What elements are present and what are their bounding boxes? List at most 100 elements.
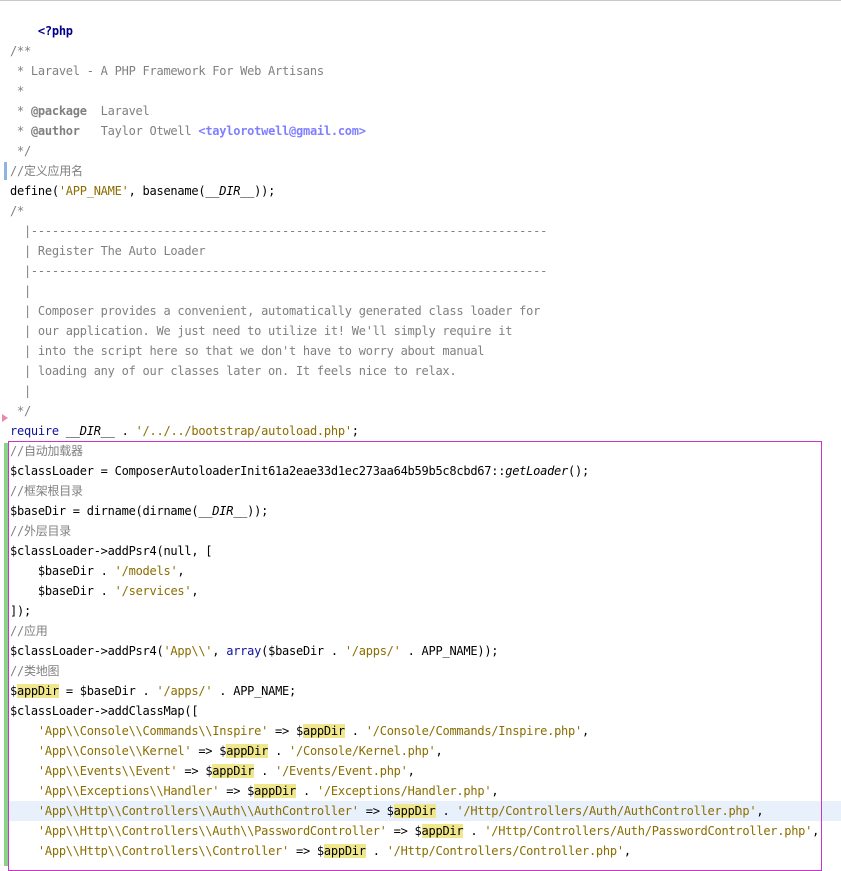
code-line[interactable]: 'App\\Console\\Commands\\Inspire' => $ap… [10, 721, 589, 741]
code-line[interactable]: define('APP_NAME', basename(__DIR__)); [10, 181, 275, 201]
code-editor[interactable]: <?php /** * Laravel - A PHP Framework Fo… [0, 0, 841, 871]
code-line[interactable]: $classLoader = ComposerAutoloaderInit61a… [10, 461, 589, 481]
code-text: . [268, 744, 290, 758]
doc-comment-text: * [10, 84, 24, 98]
code-line[interactable]: ]); [10, 601, 31, 621]
code-line[interactable]: * @package Laravel [10, 101, 150, 121]
method-name: getLoader [505, 464, 568, 478]
line-comment: //类地图 [10, 664, 60, 678]
variable-highlighted: appDir [302, 724, 345, 738]
code-text: $ [386, 804, 394, 818]
string-literal: '/services' [114, 584, 192, 598]
keyword: array [226, 644, 262, 658]
code-line[interactable]: | Register The Auto Loader [10, 241, 206, 261]
code-line[interactable]: //外层目录 [10, 521, 71, 541]
string-literal: 'APP_NAME' [58, 184, 129, 198]
code-line[interactable]: | [10, 281, 31, 301]
code-line[interactable]: $classLoader->addPsr4(null, [ [10, 541, 213, 561]
block-comment: | loading any of our classes later on. I… [10, 364, 457, 378]
string-literal: '/Console/Kernel.php' [289, 744, 436, 758]
code-line[interactable]: /** [10, 41, 31, 61]
code-text: . [435, 804, 457, 818]
gutter-change-marker [4, 162, 7, 180]
code-text: )); [247, 504, 269, 518]
block-comment: /* [10, 204, 24, 218]
code-text: . [135, 684, 157, 698]
code-text: ]); [10, 604, 31, 618]
code-line[interactable]: * Laravel - A PHP Framework For Web Arti… [10, 61, 324, 81]
block-comment: | [10, 284, 31, 298]
string-literal: 'App\\Events\\Event' [37, 764, 178, 778]
code-line[interactable]: */ [10, 401, 31, 421]
line-comment: //应用 [10, 624, 48, 638]
code-line[interactable]: 'App\\Console\\Kernel' => $appDir . '/Co… [10, 741, 443, 761]
code-line[interactable]: $baseDir . '/services', [10, 581, 199, 601]
code-line[interactable]: | loading any of our classes later on. I… [10, 361, 457, 381]
code-line[interactable]: 'App\\Events\\Event' => $appDir . '/Even… [10, 761, 415, 781]
line-comment: //外层目录 [10, 524, 71, 538]
code-line[interactable]: //应用 [10, 621, 48, 641]
code-line[interactable]: | [10, 381, 31, 401]
code-line[interactable]: */ [10, 141, 31, 161]
string-literal: 'App\\Http\\Controllers\\Controller' [37, 844, 289, 858]
string-literal: '/models' [114, 564, 178, 578]
code-line[interactable]: |---------------------------------------… [10, 261, 547, 281]
code-line[interactable]: 'App\\Http\\Controllers\\Auth\\PasswordC… [10, 821, 819, 841]
code-line[interactable]: $classLoader->addClassMap([ [10, 701, 199, 721]
doc-comment-prefix: * [10, 104, 31, 118]
string-literal: 'App\\Http\\Controllers\\Auth\\AuthContr… [37, 804, 359, 818]
variable-highlighted: appDir [212, 764, 255, 778]
code-line[interactable]: | Composer provides a convenient, automa… [10, 301, 540, 321]
variable: $baseDir [79, 684, 136, 698]
code-line[interactable]: //自动加载器 [10, 441, 83, 461]
code-text: , [756, 804, 764, 818]
code-line[interactable]: * @author Taylor Otwell <taylorotwell@gm… [10, 121, 366, 141]
code-text: . [114, 424, 136, 438]
code-text: define( [10, 184, 59, 198]
code-line[interactable]: //类地图 [10, 661, 59, 681]
string-literal: '/Http/Controllers/Controller.php' [386, 844, 624, 858]
string-literal: '/Exceptions/Handler.php' [316, 784, 492, 798]
editor-top-border [0, 0, 841, 1]
code-text: . APP_NAME; [212, 684, 297, 698]
code-text: )); [254, 184, 276, 198]
code-line[interactable]: require __DIR__ . '/../../bootstrap/auto… [10, 421, 359, 441]
variable-highlighted: appDir [16, 684, 59, 698]
code-text: = [58, 684, 80, 698]
code-text: , basename( [128, 184, 206, 198]
code-line[interactable]: /* [10, 201, 24, 221]
code-text: $ [316, 844, 324, 858]
line-comment: //自动加载器 [10, 444, 83, 458]
variable-highlighted: appDir [421, 824, 464, 838]
code-line[interactable]: 'App\\Http\\Controllers\\Controller' => … [10, 841, 631, 861]
string-literal: 'App\\Console\\Commands\\Inspire' [37, 724, 269, 738]
code-line[interactable]: | into the script here so that we don't … [10, 341, 485, 361]
code-line[interactable]: 'App\\Http\\Controllers\\Auth\\AuthContr… [10, 801, 764, 821]
code-line[interactable]: $appDir = $baseDir . '/apps/' . APP_NAME… [10, 681, 296, 701]
code-line[interactable]: |---------------------------------------… [10, 221, 547, 241]
variable-highlighted: appDir [254, 784, 296, 798]
code-line[interactable]: <?php [10, 1, 73, 38]
variable: $classLoader [10, 644, 94, 658]
code-line[interactable]: $classLoader->addPsr4('App\\', array($ba… [10, 641, 499, 661]
code-line[interactable]: //框架根目录 [10, 481, 83, 501]
block-comment: | our application. We just need to utili… [10, 324, 513, 338]
code-line[interactable]: //定义应用名 [10, 161, 83, 181]
code-text: => [177, 764, 206, 778]
code-line[interactable]: 'App\\Exceptions\\Handler' => $appDir . … [10, 781, 499, 801]
variable-highlighted: appDir [323, 844, 366, 858]
code-text: $ [10, 684, 17, 698]
doc-comment-open: /** [10, 44, 31, 58]
code-line[interactable]: | our application. We just need to utili… [10, 321, 512, 341]
code-line[interactable]: $baseDir . '/models', [10, 561, 185, 581]
code-line[interactable]: $baseDir = dirname(dirname(__DIR__)); [10, 501, 268, 521]
author-email-link[interactable]: <taylorotwell@gmail.com> [198, 124, 366, 138]
string-literal: '/Http/Controllers/Auth/AuthController.p… [456, 804, 757, 818]
code-line[interactable]: * [10, 81, 24, 101]
variable: $baseDir [268, 644, 324, 658]
